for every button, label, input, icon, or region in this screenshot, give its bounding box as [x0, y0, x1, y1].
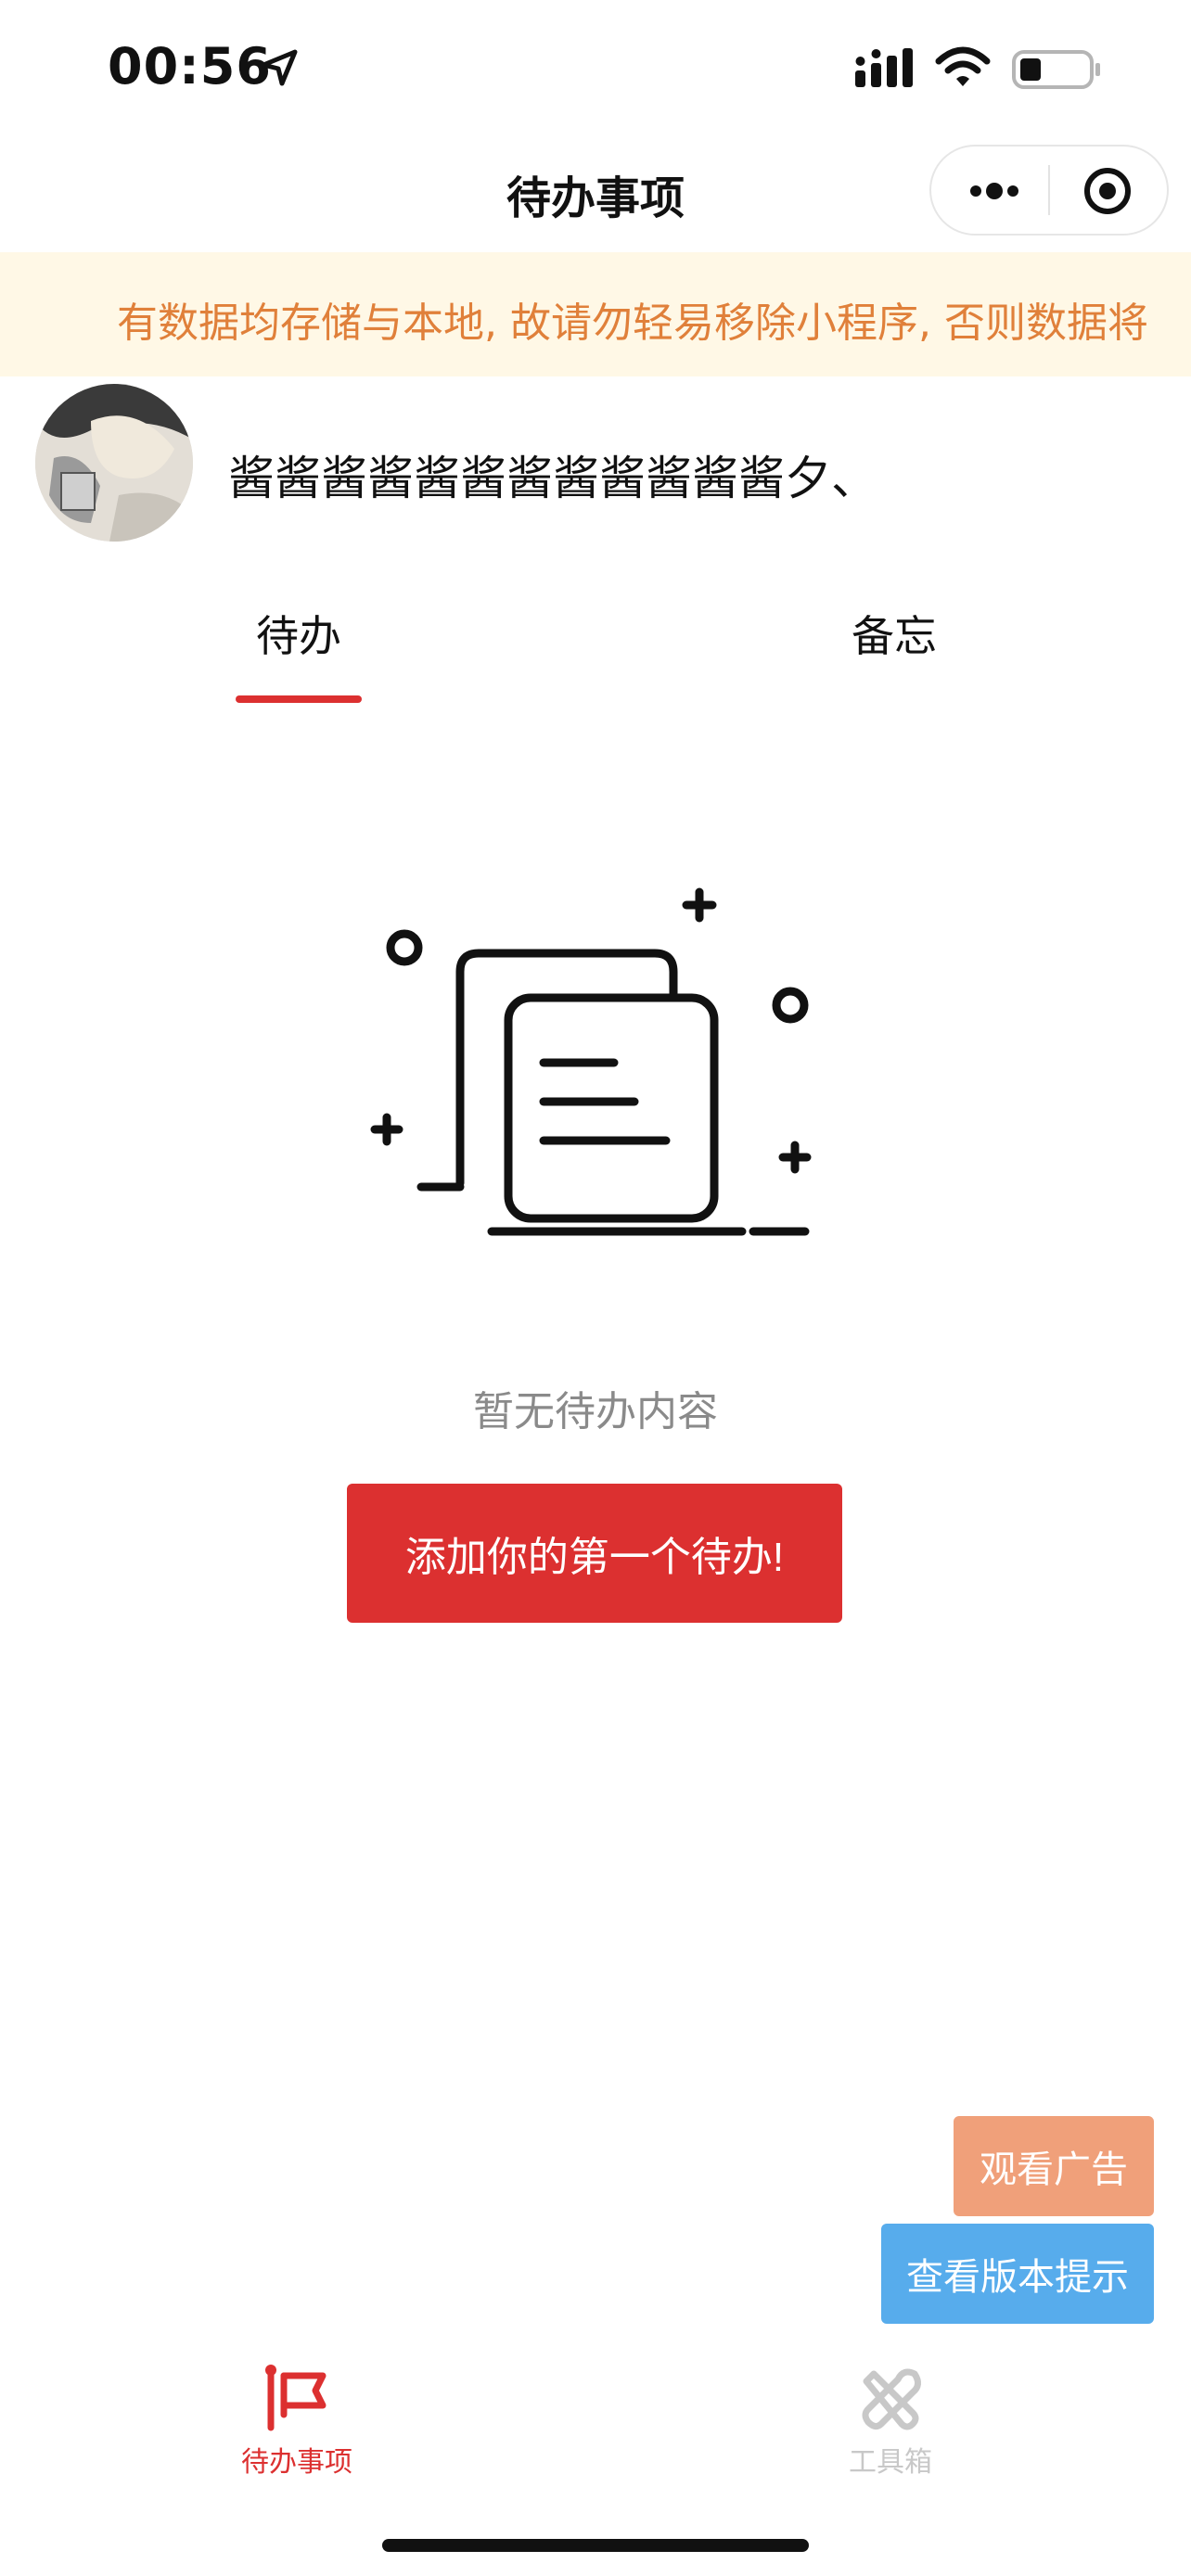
empty-documents-icon — [370, 887, 812, 1236]
capsule-divider — [1048, 165, 1050, 215]
tools-icon[interactable] — [855, 2363, 926, 2433]
add-first-todo-button[interactable]: 添加你的第一个待办! — [347, 1484, 842, 1623]
cellular-signal-icon — [855, 48, 913, 87]
battery-icon — [1012, 50, 1100, 89]
tabbar-tools-label[interactable]: 工具箱 — [798, 2439, 983, 2480]
status-time: 00:56 — [108, 37, 272, 96]
tabbar-todo-label[interactable]: 待办事项 — [204, 2439, 390, 2480]
flag-icon[interactable] — [262, 2363, 332, 2433]
tab-todo[interactable]: 待办 — [256, 603, 341, 664]
notice-bar: 有数据均存储与本地, 故请勿轻易移除小程序, 否则数据将 — [0, 252, 1191, 376]
empty-state-text: 暂无待办内容 — [473, 1388, 718, 1435]
wifi-icon — [935, 46, 991, 86]
avatar-illustration-icon — [35, 384, 193, 542]
view-version-notes-button[interactable]: 查看版本提示 — [881, 2224, 1154, 2324]
location-arrow-icon — [261, 49, 298, 86]
active-tab-indicator — [236, 695, 362, 703]
more-dots-icon[interactable] — [965, 163, 1024, 219]
tab-memo[interactable]: 备忘 — [852, 603, 937, 664]
watch-ad-button[interactable]: 观看广告 — [954, 2116, 1154, 2216]
home-indicator — [382, 2539, 809, 2552]
username: 酱酱酱酱酱酱酱酱酱酱酱酱夕、 — [228, 452, 877, 505]
notice-text: 有数据均存储与本地, 故请勿轻易移除小程序, 否则数据将 — [117, 300, 1148, 347]
avatar[interactable] — [35, 384, 193, 542]
close-target-icon[interactable] — [1080, 163, 1135, 219]
